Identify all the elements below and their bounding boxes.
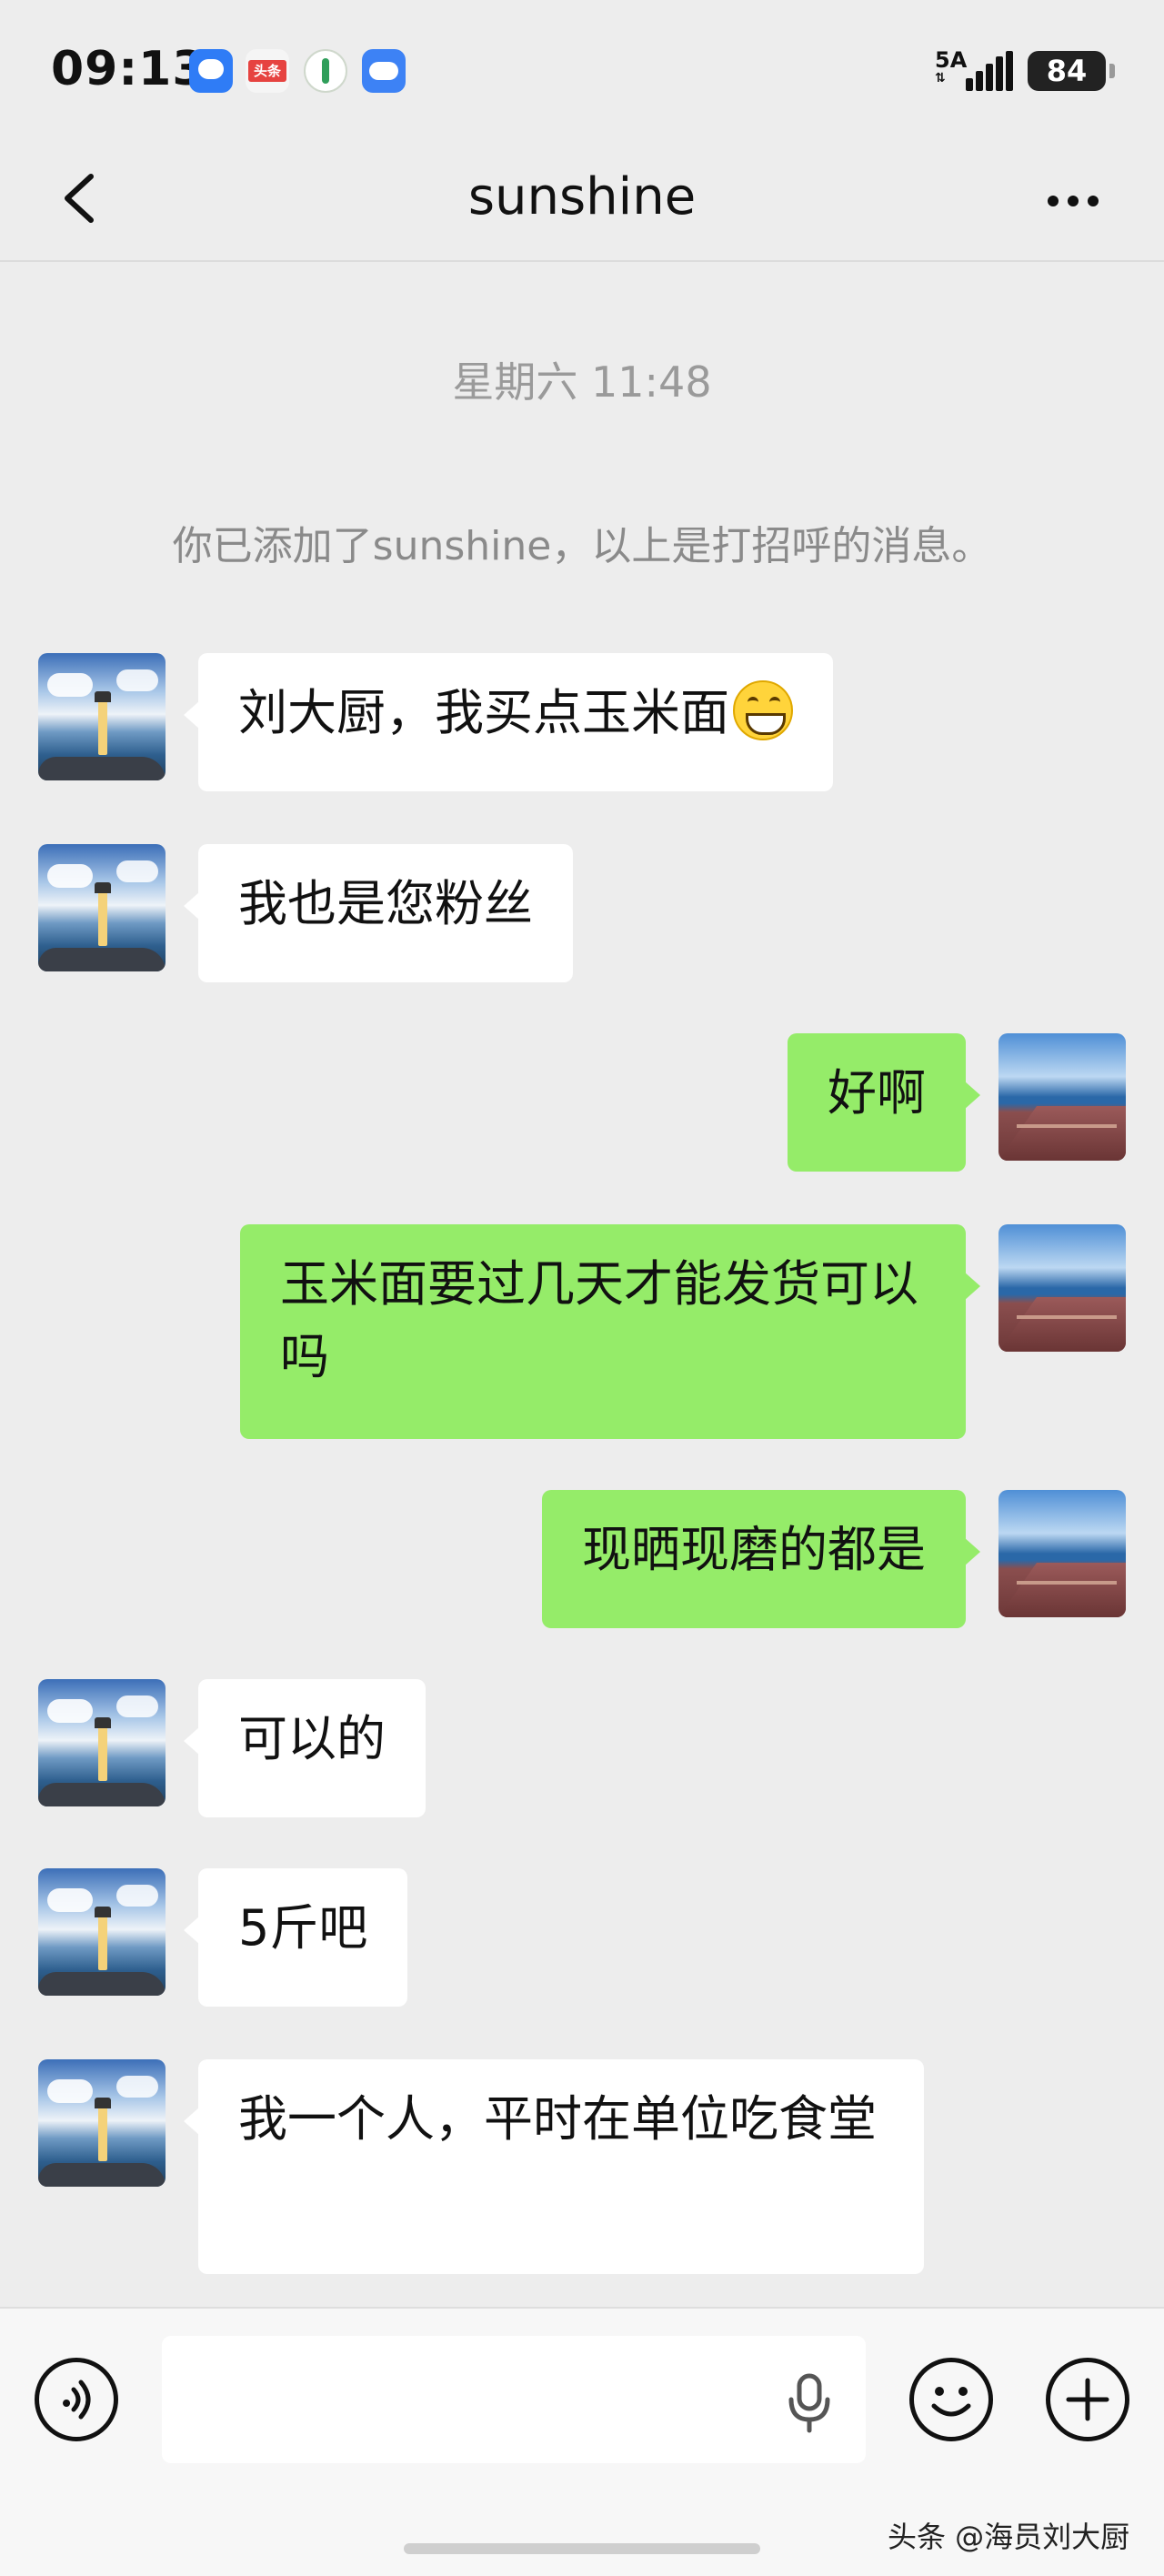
message-text: 我也是您粉丝 (238, 875, 533, 932)
network-type: 5A ⇅ (935, 49, 967, 86)
message-text: 5斤吧 (238, 1899, 368, 1957)
my-avatar[interactable] (998, 1033, 1126, 1161)
contact-avatar[interactable] (38, 1679, 166, 1806)
toutiao-icon: 头条 (246, 49, 289, 93)
weather-icon (362, 49, 406, 93)
message-icon (189, 49, 233, 93)
data-arrows-icon: ⇅ (935, 71, 946, 86)
contact-avatar[interactable] (38, 653, 166, 780)
leaf-icon (304, 49, 347, 93)
plus-icon[interactable] (1046, 2358, 1129, 2441)
message-text: 可以的 (238, 1710, 386, 1767)
message-bubble-received[interactable]: 5斤吧 (183, 1868, 408, 2007)
message-text: 刘大厨，我买点玉米面 (238, 684, 729, 741)
message-text: 玉米面要过几天才能发货可以吗 (280, 1255, 918, 1385)
message-bubble-sent[interactable]: 现晒现磨的都是 (542, 1490, 980, 1628)
status-bar: 09:13 头条 5A ⇅ 84 (0, 0, 1164, 136)
message-bubble-received[interactable]: 我一个人，平时在单位吃食堂 (184, 2059, 924, 2274)
battery-icon: 84 (1028, 51, 1115, 91)
my-avatar[interactable] (998, 1490, 1126, 1617)
chat-header: sunshine (0, 136, 1164, 262)
toutiao-icon-label: 头条 (248, 60, 286, 82)
signal-icon (966, 51, 1013, 91)
message-bubble-sent[interactable]: 玉米面要过几天才能发货可以吗 (240, 1224, 980, 1439)
chat-timestamp: 星期六 11:48 (452, 357, 712, 407)
microphone-icon[interactable] (784, 2372, 835, 2434)
grinning-face-icon (733, 680, 793, 740)
contact-avatar[interactable] (38, 2059, 166, 2187)
system-notice: 你已添加了sunshine，以上是打招呼的消息。 (172, 523, 992, 569)
message-text: 我一个人，平时在单位吃食堂 (238, 2090, 877, 2148)
message-text: 现晒现磨的都是 (582, 1521, 926, 1578)
message-bubble-received[interactable]: 可以的 (184, 1679, 426, 1817)
emoji-icon[interactable] (909, 2358, 993, 2441)
message-text: 好啊 (828, 1064, 926, 1122)
message-input[interactable] (162, 2336, 866, 2463)
watermark: 头条 @海员刘大厨 (888, 2520, 1130, 2554)
message-bubble-received[interactable]: 刘大厨，我买点玉米面 (184, 653, 833, 791)
contact-avatar[interactable] (38, 844, 166, 971)
home-indicator[interactable] (404, 2543, 760, 2554)
message-bubble-sent[interactable]: 好啊 (788, 1033, 980, 1172)
message-bubble-received[interactable]: 我也是您粉丝 (184, 844, 573, 982)
contact-avatar[interactable] (38, 1868, 166, 1996)
more-dots-icon[interactable] (1037, 164, 1109, 236)
voice-icon[interactable] (35, 2358, 118, 2441)
my-avatar[interactable] (998, 1224, 1126, 1352)
network-label: 5A (935, 47, 968, 73)
status-time: 09:13 (51, 42, 206, 96)
chat-title: sunshine (467, 167, 697, 226)
